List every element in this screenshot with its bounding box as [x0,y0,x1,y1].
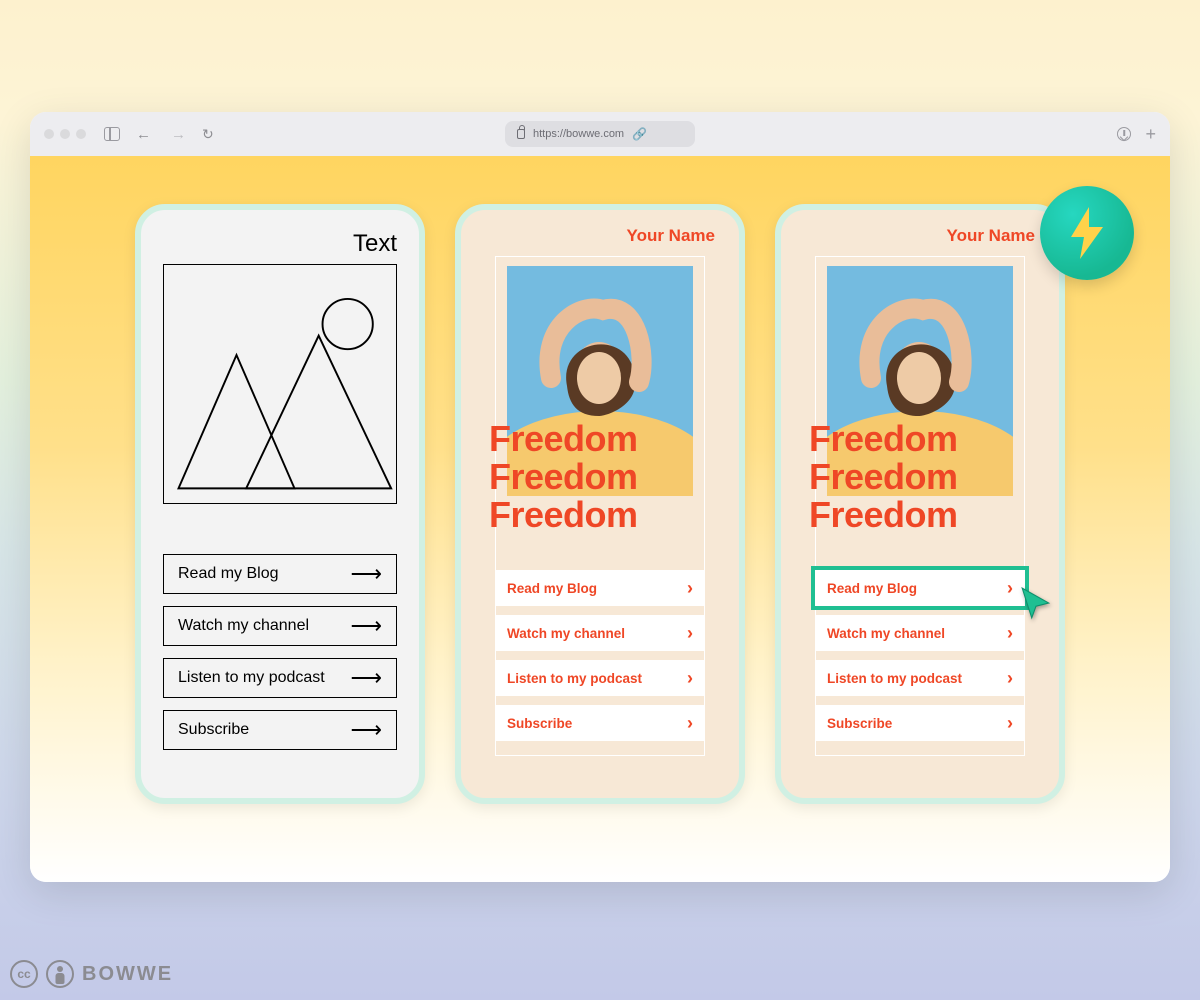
footer-watermark: cc BOWWE [10,960,173,988]
minimize-dot[interactable] [60,129,70,139]
url-text: https://bowwe.com [533,128,624,140]
styled-btn-label: Subscribe [827,716,892,731]
brand-text: BOWWE [82,963,173,986]
styled-btn-listen-podcast[interactable]: Listen to my podcast › [815,660,1025,696]
styled-btn-label: Subscribe [507,716,572,731]
arrow-right-icon: ⟶ [350,613,382,639]
sidebar-toggle-icon[interactable] [104,127,120,141]
wireframe-card: Text Read my Blog ⟶ Watch my channel [135,204,425,804]
download-icon[interactable] [1117,127,1131,141]
lightning-badge [1040,186,1134,280]
chevron-right-icon: › [687,713,693,734]
styled-btn-label: Listen to my podcast [827,671,962,686]
styled-btn-listen-podcast[interactable]: Listen to my podcast › [495,660,705,696]
wf-btn-read-blog[interactable]: Read my Blog ⟶ [163,554,397,594]
back-icon[interactable]: ← [132,126,155,143]
arrow-right-icon: ⟶ [350,561,382,587]
chevron-right-icon: › [1007,623,1013,644]
arrow-right-icon: ⟶ [350,665,382,691]
headline-word: Freedom [809,458,1049,496]
styled-buttons: Read my Blog › Watch my channel › Listen… [815,570,1025,741]
card-row: Text Read my Blog ⟶ Watch my channel [30,204,1170,804]
styled-btn-label: Read my Blog [827,581,917,596]
forward-icon[interactable]: → [167,126,190,143]
wf-btn-label: Subscribe [178,721,249,739]
browser-window: ← → ↻ https://bowwe.com 🔗 + Text [30,112,1170,882]
styled-btn-label: Watch my channel [507,626,625,641]
headline-word: Freedom [489,496,729,534]
close-dot[interactable] [44,129,54,139]
lock-icon [517,129,525,139]
chevron-right-icon: › [687,578,693,599]
profile-name-label: Your Name [947,226,1036,246]
new-tab-icon[interactable]: + [1145,127,1156,141]
headline-word: Freedom [489,458,729,496]
browser-toolbar: ← → ↻ https://bowwe.com 🔗 + [30,112,1170,156]
styled-btn-watch-channel[interactable]: Watch my channel › [815,615,1025,651]
wf-btn-listen-podcast[interactable]: Listen to my podcast ⟶ [163,658,397,698]
styled-btn-read-blog[interactable]: Read my Blog › [495,570,705,606]
lightning-icon [1066,207,1108,259]
attribution-icon [46,960,74,988]
styled-btn-label: Listen to my podcast [507,671,642,686]
styled-card: Your Name Freedom Freedom [455,204,745,804]
chevron-right-icon: › [1007,668,1013,689]
wireframe-heading: Text [163,230,397,258]
page-canvas: Text Read my Blog ⟶ Watch my channel [30,156,1170,882]
chevron-right-icon: › [687,623,693,644]
wf-btn-label: Listen to my podcast [178,669,325,687]
styled-btn-watch-channel[interactable]: Watch my channel › [495,615,705,651]
styled-buttons: Read my Blog › Watch my channel › Listen… [495,570,705,741]
wf-btn-watch-channel[interactable]: Watch my channel ⟶ [163,606,397,646]
arrow-right-icon: ⟶ [350,717,382,743]
window-controls[interactable] [44,129,86,139]
image-placeholder [163,264,397,504]
styled-btn-read-blog[interactable]: Read my Blog › [815,570,1025,606]
headline-block: Freedom Freedom Freedom [489,420,729,533]
styled-btn-subscribe[interactable]: Subscribe › [495,705,705,741]
headline-block: Freedom Freedom Freedom [809,420,1049,533]
maximize-dot[interactable] [76,129,86,139]
wf-btn-subscribe[interactable]: Subscribe ⟶ [163,710,397,750]
cursor-icon [1019,586,1053,620]
profile-name-label: Your Name [627,226,716,246]
link-icon: 🔗 [632,127,647,141]
wf-btn-label: Read my Blog [178,565,279,583]
headline-word: Freedom [809,496,1049,534]
headline-word: Freedom [489,420,729,458]
wf-btn-label: Watch my channel [178,617,309,635]
reload-icon[interactable]: ↻ [202,126,214,143]
styled-card-active: Your Name Freedom Freedom [775,204,1065,804]
address-bar[interactable]: https://bowwe.com 🔗 [505,121,695,147]
chevron-right-icon: › [1007,578,1013,599]
cc-icon: cc [10,960,38,988]
headline-word: Freedom [809,420,1049,458]
styled-btn-subscribe[interactable]: Subscribe › [815,705,1025,741]
styled-btn-label: Read my Blog [507,581,597,596]
chevron-right-icon: › [1007,713,1013,734]
wireframe-buttons: Read my Blog ⟶ Watch my channel ⟶ Listen… [163,554,397,750]
chevron-right-icon: › [687,668,693,689]
styled-btn-label: Watch my channel [827,626,945,641]
